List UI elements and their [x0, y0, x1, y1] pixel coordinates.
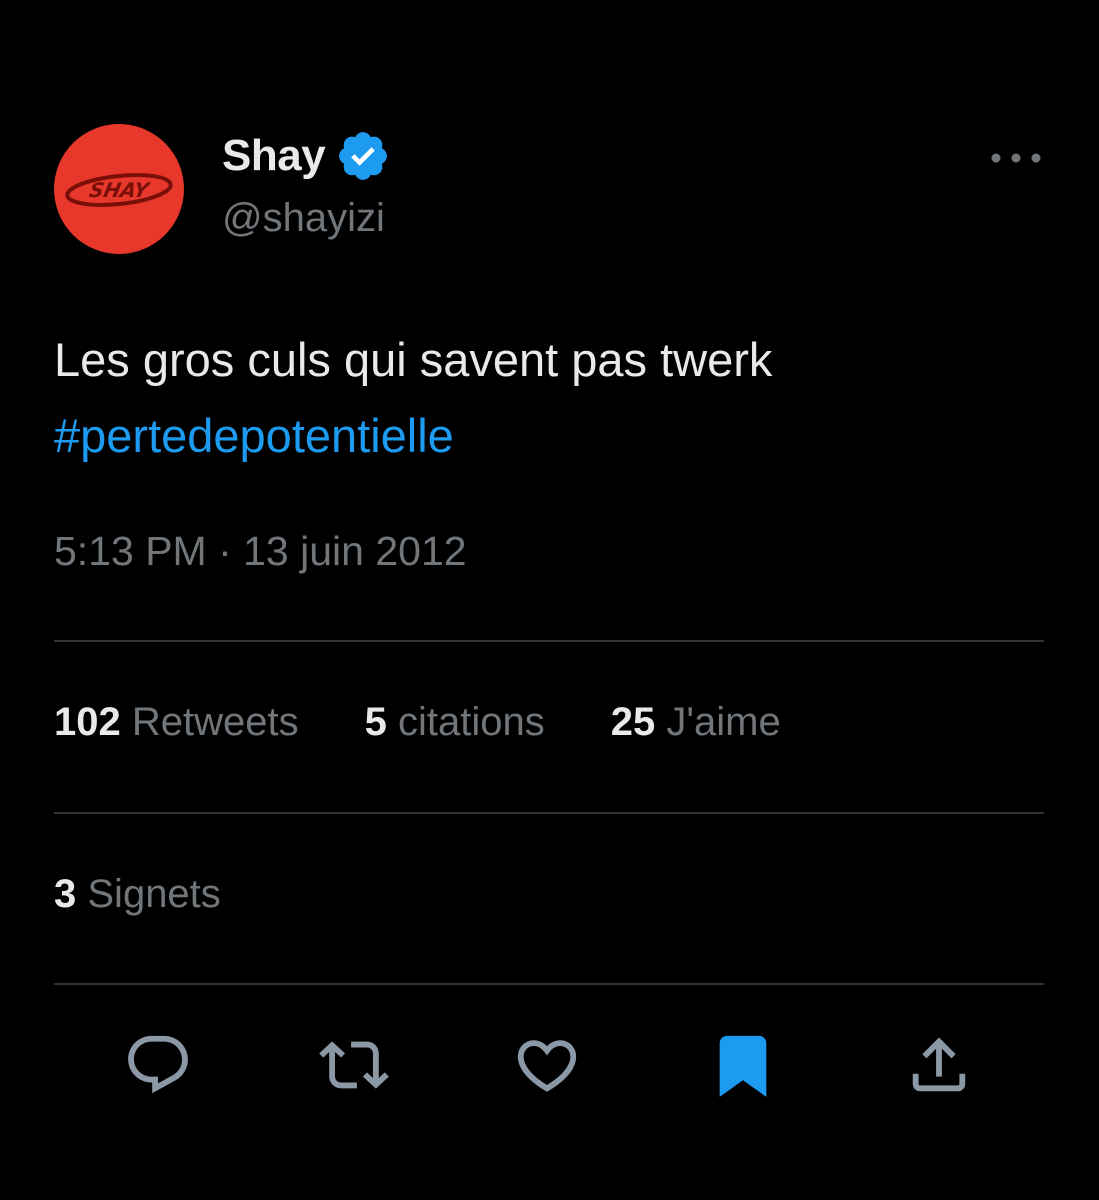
quotes-count: 5: [364, 700, 387, 744]
likes-stat[interactable]: 25 J'aime: [611, 700, 781, 745]
like-icon: [517, 1040, 577, 1092]
bookmarks-label: Signets: [87, 872, 221, 916]
quotes-stat[interactable]: 5 citations: [365, 700, 545, 745]
avatar[interactable]: SHAY: [54, 124, 184, 254]
bookmark-icon: [719, 1035, 767, 1097]
quotes-label: citations: [398, 700, 545, 744]
divider: [54, 640, 1044, 642]
divider: [54, 983, 1044, 985]
share-icon: [912, 1037, 966, 1092]
bookmarks-count: 3: [54, 872, 77, 916]
author-name-row: Shay: [222, 126, 391, 186]
tweet-body: Les gros culs qui savent pas twerk: [54, 333, 773, 386]
author-handle[interactable]: @shayizi: [222, 196, 385, 241]
tweet-timestamp[interactable]: 5:13 PM · 13 juin 2012: [54, 528, 467, 575]
bookmark-button[interactable]: [708, 1030, 778, 1100]
tweet-stats: 102 Retweets 5 citations 25 J'aime: [54, 700, 847, 745]
display-name[interactable]: Shay: [222, 131, 326, 181]
hashtag-link[interactable]: #pertedepotentielle: [54, 398, 1044, 474]
shay-logo-icon: SHAY: [65, 173, 173, 207]
retweets-count: 102: [54, 700, 121, 744]
likes-label: J'aime: [666, 700, 781, 744]
retweet-button[interactable]: [319, 1030, 389, 1100]
retweets-stat[interactable]: 102 Retweets: [54, 700, 299, 745]
more-dots-icon: [991, 153, 1041, 163]
bookmarks-stat[interactable]: 3 Signets: [54, 872, 221, 917]
share-button[interactable]: [904, 1030, 974, 1100]
like-button[interactable]: [512, 1030, 582, 1100]
retweets-label: Retweets: [131, 700, 299, 744]
reply-icon: [128, 1035, 188, 1094]
more-options-button[interactable]: [986, 138, 1046, 178]
tweet-text: Les gros culs qui savent pas twerk #pert…: [54, 322, 1044, 474]
avatar-logo-text: SHAY: [87, 178, 153, 202]
divider: [54, 812, 1044, 814]
verified-badge-icon: [339, 132, 388, 180]
reply-button[interactable]: [123, 1030, 193, 1100]
retweet-icon: [319, 1041, 389, 1089]
likes-count: 25: [610, 700, 656, 744]
